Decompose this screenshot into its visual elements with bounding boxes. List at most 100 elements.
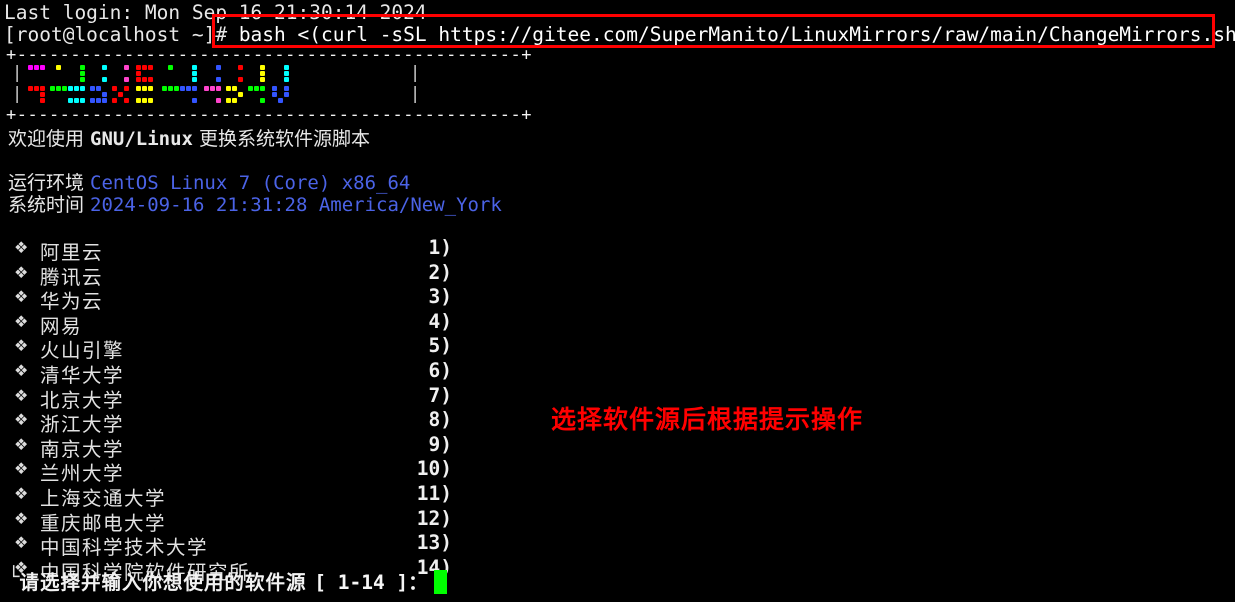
banner-art-dot bbox=[118, 92, 123, 97]
banner-art-dot bbox=[124, 77, 129, 82]
banner-art-dot bbox=[96, 86, 101, 91]
last-login-line: Last login: Mon Sep 16 21:30:14 2024 bbox=[4, 1, 427, 24]
mirror-list-item[interactable]: ❖ 南京大学 9) bbox=[0, 433, 470, 461]
ascii-art-banner: +---------------------------------------… bbox=[6, 46, 532, 124]
banner-art-dot bbox=[226, 86, 231, 91]
banner-art-dot bbox=[186, 86, 191, 91]
welcome-suffix: 更换系统软件源脚本 bbox=[193, 128, 371, 150]
diamond-bullet-icon: ❖ bbox=[14, 483, 29, 503]
banner-art-dot bbox=[238, 92, 243, 97]
banner-art-dot bbox=[192, 77, 197, 82]
mirror-index-label: 8) bbox=[428, 408, 452, 432]
diamond-bullet-icon: ❖ bbox=[14, 262, 29, 282]
banner-pipe-left-2: | bbox=[12, 84, 23, 104]
mirror-list-item[interactable]: ❖ 清华大学 6) bbox=[0, 359, 470, 387]
mirror-list-item[interactable]: ❖ 火山引擎 5) bbox=[0, 334, 470, 362]
banner-art-dot bbox=[248, 86, 253, 91]
banner-art-dot bbox=[28, 65, 33, 70]
banner-art-dot bbox=[62, 86, 67, 91]
banner-art-dot bbox=[148, 65, 153, 70]
banner-art-dot bbox=[34, 86, 39, 91]
mirror-list-item[interactable]: ❖ 浙江大学 8) bbox=[0, 408, 470, 436]
mirror-list-item[interactable]: ❖ 上海交通大学 11) bbox=[0, 482, 470, 510]
prompt-question-text: 请选择并输入你想使用的软件源 bbox=[19, 571, 315, 594]
mirror-list-item[interactable]: ❖ 华为云 3) bbox=[0, 285, 470, 313]
mirror-list-item[interactable]: ❖ 腾讯云 2) bbox=[0, 260, 470, 289]
banner-art-dot bbox=[124, 86, 129, 91]
diamond-bullet-icon: ❖ bbox=[14, 533, 29, 553]
banner-art-dot bbox=[260, 86, 265, 91]
banner-bottom-border: +---------------------------------------… bbox=[6, 105, 533, 125]
diamond-bullet-icon: ❖ bbox=[14, 360, 29, 380]
banner-art-dot bbox=[238, 77, 243, 82]
banner-art-dot bbox=[260, 77, 265, 82]
diamond-bullet-icon: ❖ bbox=[14, 434, 29, 454]
banner-pipe-right-2: | bbox=[410, 84, 421, 104]
mirror-list-item[interactable]: ❖ 阿里云 1) bbox=[0, 236, 470, 264]
selection-input-prompt[interactable]: └请选择并输入你想使用的软件源 [ 1-14 ]： bbox=[8, 566, 447, 594]
banner-art-dot bbox=[216, 77, 221, 82]
mirror-list-item[interactable]: ❖ 网易 4) bbox=[0, 310, 470, 338]
banner-art-dot bbox=[96, 98, 101, 103]
banner-art-dot bbox=[174, 86, 179, 91]
banner-art-dot bbox=[90, 98, 95, 103]
banner-art-dot bbox=[34, 65, 39, 70]
diamond-bullet-icon: ❖ bbox=[14, 508, 29, 528]
welcome-line: 欢迎使用 GNU/Linux 更换系统软件源脚本 bbox=[8, 127, 370, 151]
environment-label: 运行环境 bbox=[8, 172, 91, 194]
banner-art-dot bbox=[40, 86, 45, 91]
system-time-label: 系统时间 bbox=[8, 194, 91, 216]
banner-art-dot bbox=[284, 65, 289, 70]
banner-art-dot bbox=[90, 86, 95, 91]
banner-art-dot bbox=[40, 65, 45, 70]
banner-art-dot bbox=[50, 86, 55, 91]
banner-art-dot bbox=[192, 86, 197, 91]
mirror-index-label: 12) bbox=[416, 506, 452, 530]
banner-art-dot bbox=[238, 65, 243, 70]
banner-art-dot bbox=[162, 86, 167, 91]
banner-art-dot bbox=[216, 65, 221, 70]
banner-art-dot bbox=[284, 92, 289, 97]
banner-art-dot bbox=[232, 86, 237, 91]
banner-art-dot bbox=[272, 92, 277, 97]
banner-art-dot bbox=[136, 98, 141, 103]
text-cursor[interactable] bbox=[433, 570, 447, 594]
banner-art-dot bbox=[260, 98, 265, 103]
mirror-list-item[interactable]: ❖ 重庆邮电大学 12) bbox=[0, 506, 470, 535]
welcome-gnu-linux: GNU/Linux bbox=[90, 128, 193, 150]
environment-line: 运行环境 CentOS Linux 7 (Core) x86_64 bbox=[8, 172, 410, 195]
banner-art-dot bbox=[148, 77, 153, 82]
banner-art-dot bbox=[216, 86, 221, 91]
banner-art-dot bbox=[260, 65, 265, 70]
banner-pipe-right-1: | bbox=[410, 63, 421, 83]
banner-art-dot bbox=[204, 86, 209, 91]
banner-art-dot bbox=[102, 98, 107, 103]
prompt-range-text: [ 1-14 ]： bbox=[314, 571, 428, 594]
banner-art-dot bbox=[68, 86, 73, 91]
banner-art-dot bbox=[226, 98, 231, 103]
banner-art-dot bbox=[180, 86, 185, 91]
banner-art-dot bbox=[136, 77, 141, 82]
banner-art-dot bbox=[102, 65, 107, 70]
diamond-bullet-icon: ❖ bbox=[14, 385, 29, 405]
banner-art-dot bbox=[232, 98, 237, 103]
banner-art-dot bbox=[142, 98, 147, 103]
banner-art-dot bbox=[136, 71, 141, 76]
banner-art-dot bbox=[124, 65, 129, 70]
mirror-index-label: 13) bbox=[416, 531, 452, 555]
banner-pipe-left-1: | bbox=[12, 63, 23, 83]
banner-top-border: +---------------------------------------… bbox=[6, 45, 533, 65]
banner-art-dot bbox=[284, 71, 289, 76]
diamond-bullet-icon: ❖ bbox=[14, 410, 29, 430]
banner-art-dot bbox=[210, 86, 215, 91]
mirror-list-item[interactable]: ❖ 兰州大学 10) bbox=[0, 457, 470, 485]
diamond-bullet-icon: ❖ bbox=[14, 287, 29, 307]
mirror-list-item[interactable]: ❖ 北京大学 7) bbox=[0, 384, 470, 412]
banner-art-dot bbox=[80, 86, 85, 91]
banner-art-dot bbox=[124, 98, 129, 103]
banner-art-dot bbox=[80, 65, 85, 70]
mirror-list-item[interactable]: ❖ 中国科学技术大学 13) bbox=[0, 531, 470, 559]
shell-prompt-line: [root@localhost ~]# bash <(curl -sSL htt… bbox=[4, 24, 1235, 46]
mirror-index-label: 2) bbox=[428, 260, 452, 284]
banner-art-dot bbox=[40, 98, 45, 103]
